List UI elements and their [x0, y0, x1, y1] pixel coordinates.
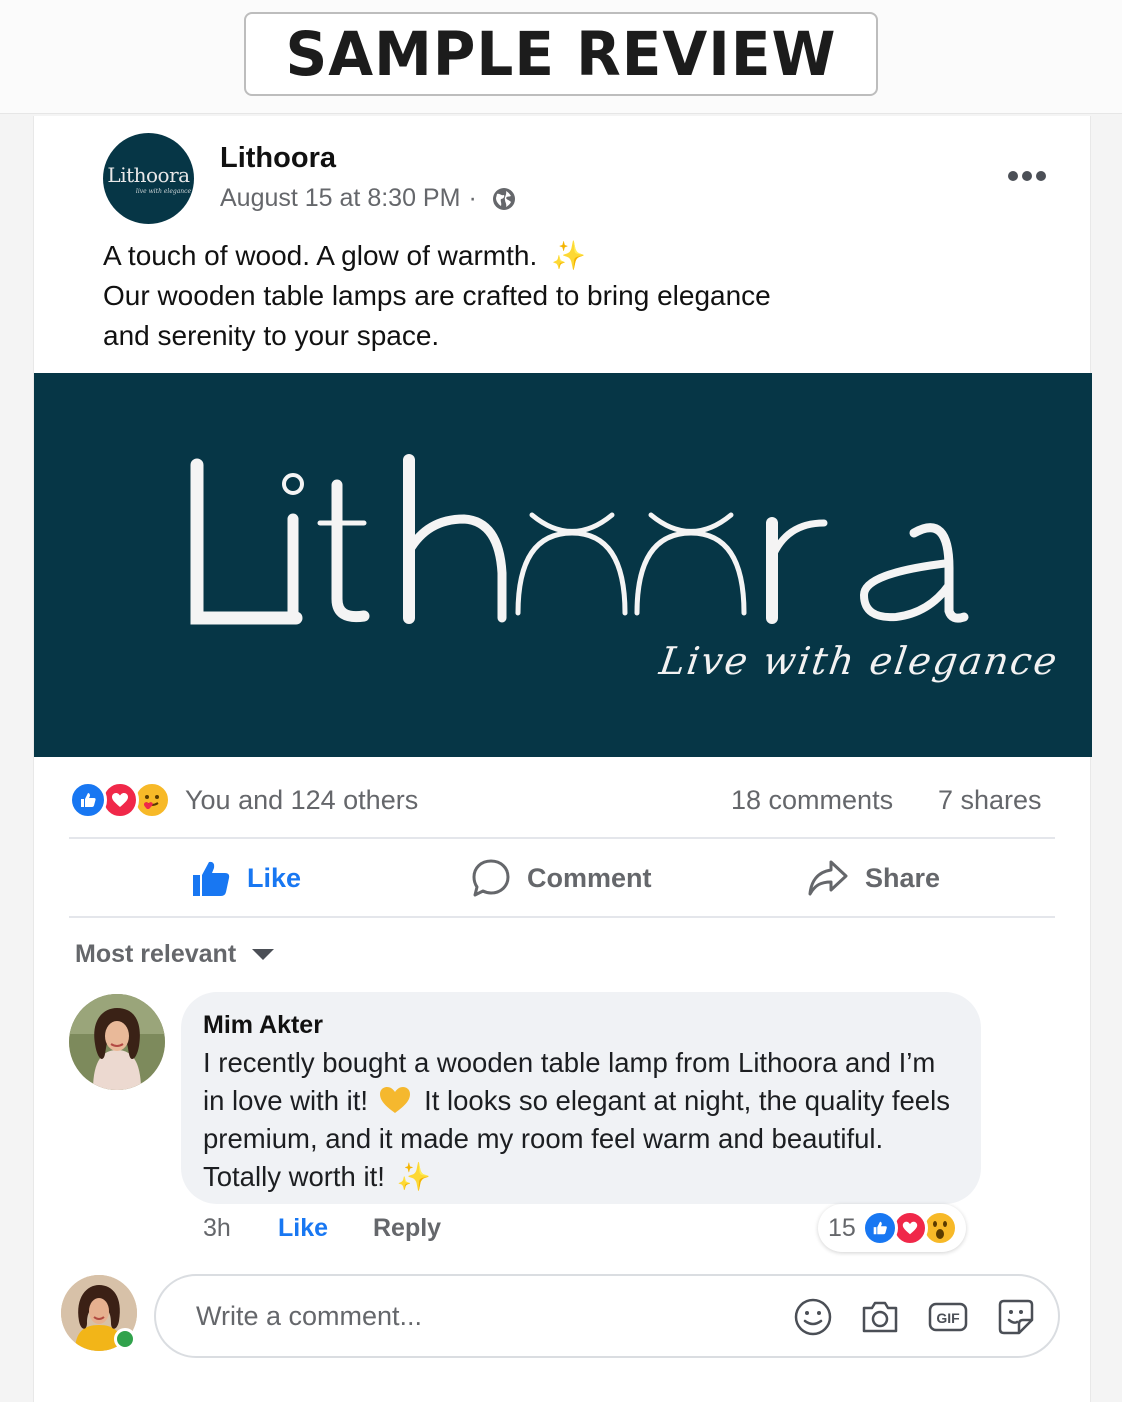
globe-icon[interactable] — [491, 186, 517, 212]
camera-icon[interactable] — [859, 1296, 901, 1338]
emoji-icon[interactable] — [792, 1296, 834, 1338]
like-icon — [861, 1210, 898, 1246]
svg-text:GIF: GIF — [936, 1310, 960, 1326]
post-card: Lithoora live with elegance Lithoora Aug… — [33, 116, 1092, 1402]
share-arrow-icon — [808, 860, 848, 896]
avatar-logo-text: Lithoora — [107, 162, 190, 187]
comment-bubble-icon — [472, 859, 510, 897]
brand-tagline: Live with elegance — [656, 639, 1062, 683]
sparkle-emoji: ✨ — [396, 1161, 432, 1192]
yellow-heart-icon — [380, 1087, 411, 1113]
sparkle-emoji: ✨ — [551, 240, 587, 271]
share-button[interactable]: Share — [807, 854, 940, 902]
comments-count-link[interactable]: 18 comments — [731, 781, 893, 819]
share-label: Share — [865, 862, 941, 893]
sort-label: Most relevant — [75, 940, 237, 968]
comment-label: Comment — [527, 862, 652, 893]
commenter-avatar[interactable] — [69, 994, 165, 1090]
caption-line-1: A touch of wood. A glow of warmth. — [103, 240, 538, 271]
like-label: Like — [247, 862, 302, 893]
reactions-text: You and 124 others — [185, 784, 419, 815]
comment-reaction-count: 15 — [828, 1213, 856, 1242]
comment-reactions[interactable]: 15 — [818, 1204, 966, 1252]
comment-button[interactable]: Comment — [471, 854, 652, 902]
comment-reply-button[interactable]: Reply — [373, 1214, 441, 1243]
page-name[interactable]: Lithoora — [220, 142, 336, 175]
comment-text: I recently bought a wooden table lamp fr… — [203, 1044, 959, 1196]
online-status-indicator — [114, 1328, 136, 1350]
like-button[interactable]: Like — [191, 854, 301, 902]
comment-time[interactable]: 3h — [203, 1214, 231, 1243]
like-icon — [69, 781, 107, 819]
brand-logo-artwork — [190, 454, 969, 625]
post-meta: August 15 at 8:30 PM · — [220, 184, 517, 213]
dot-icon — [1008, 171, 1018, 181]
comment-composer[interactable]: GIF — [154, 1274, 1060, 1358]
post-reactions-summary[interactable]: You and 124 others — [69, 781, 418, 819]
gif-icon[interactable]: GIF — [927, 1296, 969, 1338]
meta-separator: · — [468, 184, 477, 212]
comment-sort-dropdown[interactable]: Most relevant — [75, 940, 275, 969]
more-options-button[interactable] — [1004, 164, 1050, 188]
dot-icon — [1036, 171, 1046, 181]
comment-like-button[interactable]: Like — [278, 1214, 328, 1243]
divider — [69, 916, 1055, 918]
sticker-icon[interactable] — [995, 1296, 1037, 1338]
sample-review-badge: SAMPLE REVIEW — [244, 12, 878, 96]
caption-line-2: Our wooden table lamps are crafted to br… — [103, 280, 771, 311]
comment-input[interactable] — [196, 1296, 736, 1336]
divider — [69, 837, 1055, 839]
caption-line-3: and serenity to your space. — [103, 320, 440, 351]
post-image-banner[interactable]: Live with elegance — [34, 373, 1092, 757]
dot-icon — [1022, 171, 1032, 181]
shares-count-link[interactable]: 7 shares — [938, 781, 1042, 819]
avatar-logo-sub: live with elegance — [135, 187, 192, 195]
page-avatar[interactable]: Lithoora live with elegance — [103, 133, 194, 224]
post-caption: A touch of wood. A glow of warmth. ✨ Our … — [103, 236, 923, 356]
thumbs-up-icon — [193, 861, 230, 896]
badge-label: SAMPLE REVIEW — [285, 18, 837, 90]
comment-bubble: Mim Akter I recently bought a wooden tab… — [181, 992, 981, 1204]
comment-author[interactable]: Mim Akter — [203, 1008, 959, 1042]
post-timestamp[interactable]: August 15 at 8:30 PM — [220, 184, 460, 213]
caret-down-icon — [252, 949, 275, 960]
